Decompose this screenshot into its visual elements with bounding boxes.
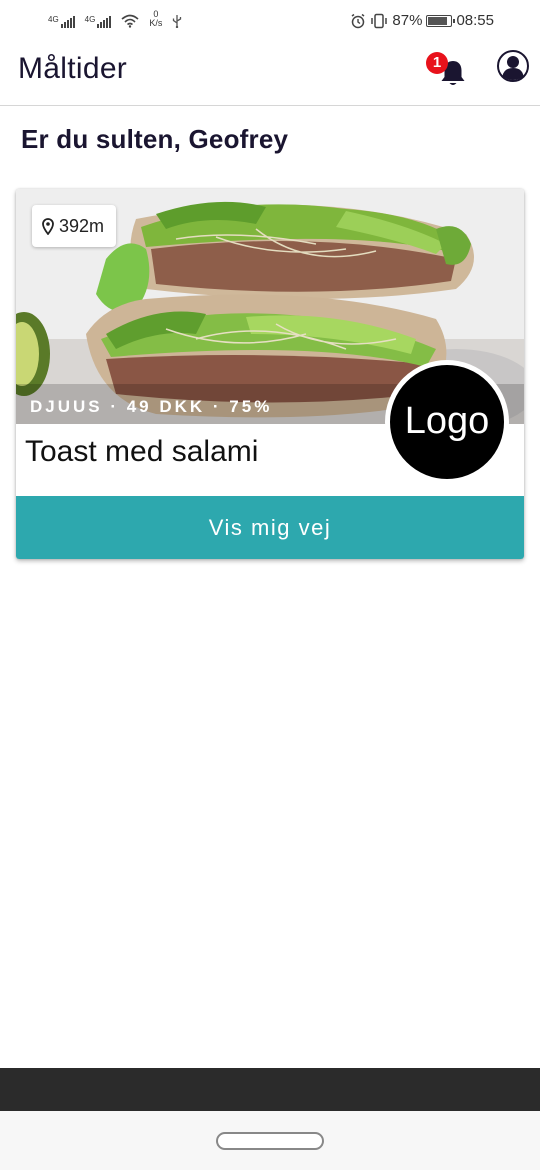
bottom-bar xyxy=(0,1068,540,1111)
battery-percent: 87% xyxy=(392,12,423,29)
clock: 08:55 xyxy=(456,12,494,29)
network-type-2: 4G xyxy=(84,15,96,24)
signal-icon-2: 4G xyxy=(85,16,112,28)
notification-badge: 1 xyxy=(426,52,448,74)
dish-name: Toast med salami xyxy=(25,435,259,468)
alarm-icon xyxy=(351,13,365,28)
network-speed-unit: K/s xyxy=(149,18,163,28)
battery-fill xyxy=(428,16,448,25)
greeting-heading: Er du sulten, Geofrey xyxy=(21,124,289,154)
network-speed: 0 K/s xyxy=(149,10,162,28)
network-type-1: 4G xyxy=(48,15,59,24)
account-button[interactable] xyxy=(496,49,530,83)
app-bar: Måltider 1 xyxy=(0,44,540,106)
show-directions-button[interactable]: Vis mig vej xyxy=(16,496,524,559)
signal-icon: 4G xyxy=(48,16,75,28)
map-pin-icon xyxy=(42,217,54,235)
meal-card[interactable]: 392m DJUUS · 49 DKK · 75% Toast med sala… xyxy=(16,189,524,559)
account-circle-icon xyxy=(497,50,529,82)
home-gesture-handle[interactable] xyxy=(216,1132,324,1150)
distance-value: 392m xyxy=(59,215,105,236)
system-navigation-bar xyxy=(0,1111,540,1170)
distance-chip: 392m xyxy=(32,205,117,247)
battery-icon xyxy=(426,14,456,27)
page-title: Måltider xyxy=(18,52,128,85)
notifications-button[interactable]: 1 xyxy=(426,52,470,90)
app-screen: 4G 4G 0 K/s 87% 08:55 Måltider 1 Er du s… xyxy=(0,0,540,1170)
meal-meta: DJUUS · 49 DKK · 75% xyxy=(30,397,273,416)
vibrate-icon xyxy=(371,13,388,28)
status-left: 4G 4G 0 K/s xyxy=(48,10,182,28)
restaurant-logo: Logo xyxy=(385,360,509,484)
usb-icon xyxy=(173,15,182,28)
wifi-icon xyxy=(121,14,139,28)
status-right: 87% 08:55 xyxy=(350,12,494,29)
status-bar: 4G 4G 0 K/s 87% 08:55 xyxy=(0,0,540,44)
